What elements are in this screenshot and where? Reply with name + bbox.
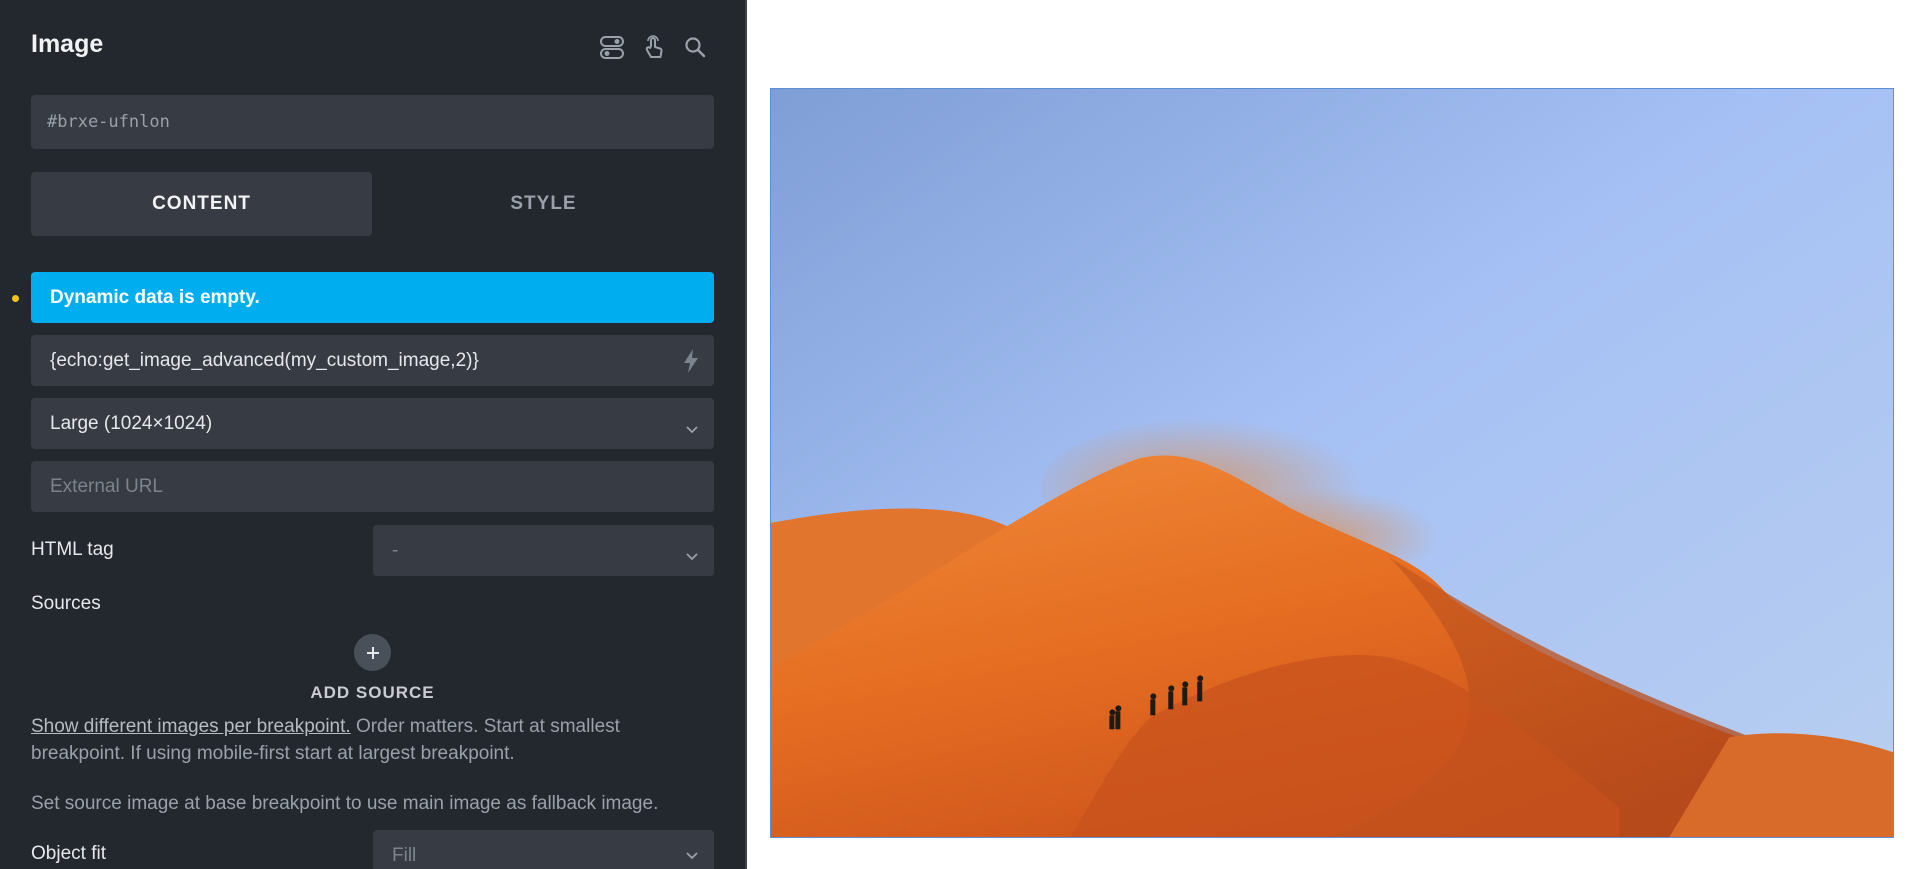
bolt-icon[interactable]: [682, 348, 700, 380]
sources-help: Show different images per breakpoint. Or…: [31, 713, 714, 767]
html-tag-label: HTML tag: [31, 539, 114, 560]
image-element[interactable]: [770, 88, 1894, 838]
chevron-down-icon: [686, 845, 698, 867]
tab-style[interactable]: STYLE: [373, 172, 714, 236]
external-url-input[interactable]: External URL: [31, 461, 714, 512]
image-size-value: Large (1024×1024): [50, 412, 213, 434]
object-fit-value: Fill: [392, 844, 417, 866]
object-fit-select[interactable]: Fill: [373, 830, 714, 869]
breakpoint-help-link[interactable]: Show different images per breakpoint.: [31, 716, 351, 737]
touch-icon[interactable]: [640, 33, 668, 61]
sources-label: Sources: [31, 593, 101, 614]
panel-title: Image: [31, 30, 104, 58]
tab-content[interactable]: CONTENT: [31, 172, 372, 236]
dynamic-data-value: {echo:get_image_advanced(my_custom_image…: [50, 349, 479, 371]
toggle-icon[interactable]: [598, 33, 626, 61]
object-fit-label: Object fit: [31, 843, 106, 864]
add-source-button[interactable]: [354, 634, 391, 671]
html-tag-value: -: [392, 539, 399, 561]
add-source-label[interactable]: ADD SOURCE: [31, 683, 714, 703]
image-size-select[interactable]: Large (1024×1024): [31, 398, 714, 449]
dynamic-data-notice: Dynamic data is empty.: [31, 272, 714, 323]
desert-dunes-image: [771, 89, 1893, 837]
chevron-down-icon: [686, 546, 698, 568]
chevron-down-icon: [686, 419, 698, 441]
changed-indicator: [12, 295, 19, 302]
search-icon[interactable]: [681, 33, 709, 61]
plus-icon: [366, 646, 379, 659]
css-id-field[interactable]: #brxe-ufnlon: [31, 95, 714, 149]
dynamic-data-input[interactable]: {echo:get_image_advanced(my_custom_image…: [31, 335, 714, 386]
builder-panel: Image #brxe-ufnlon CONTENT STYLE Dynamic…: [0, 0, 747, 869]
fallback-help-text: Set source image at base breakpoint to u…: [31, 793, 659, 814]
html-tag-select[interactable]: -: [373, 525, 714, 576]
